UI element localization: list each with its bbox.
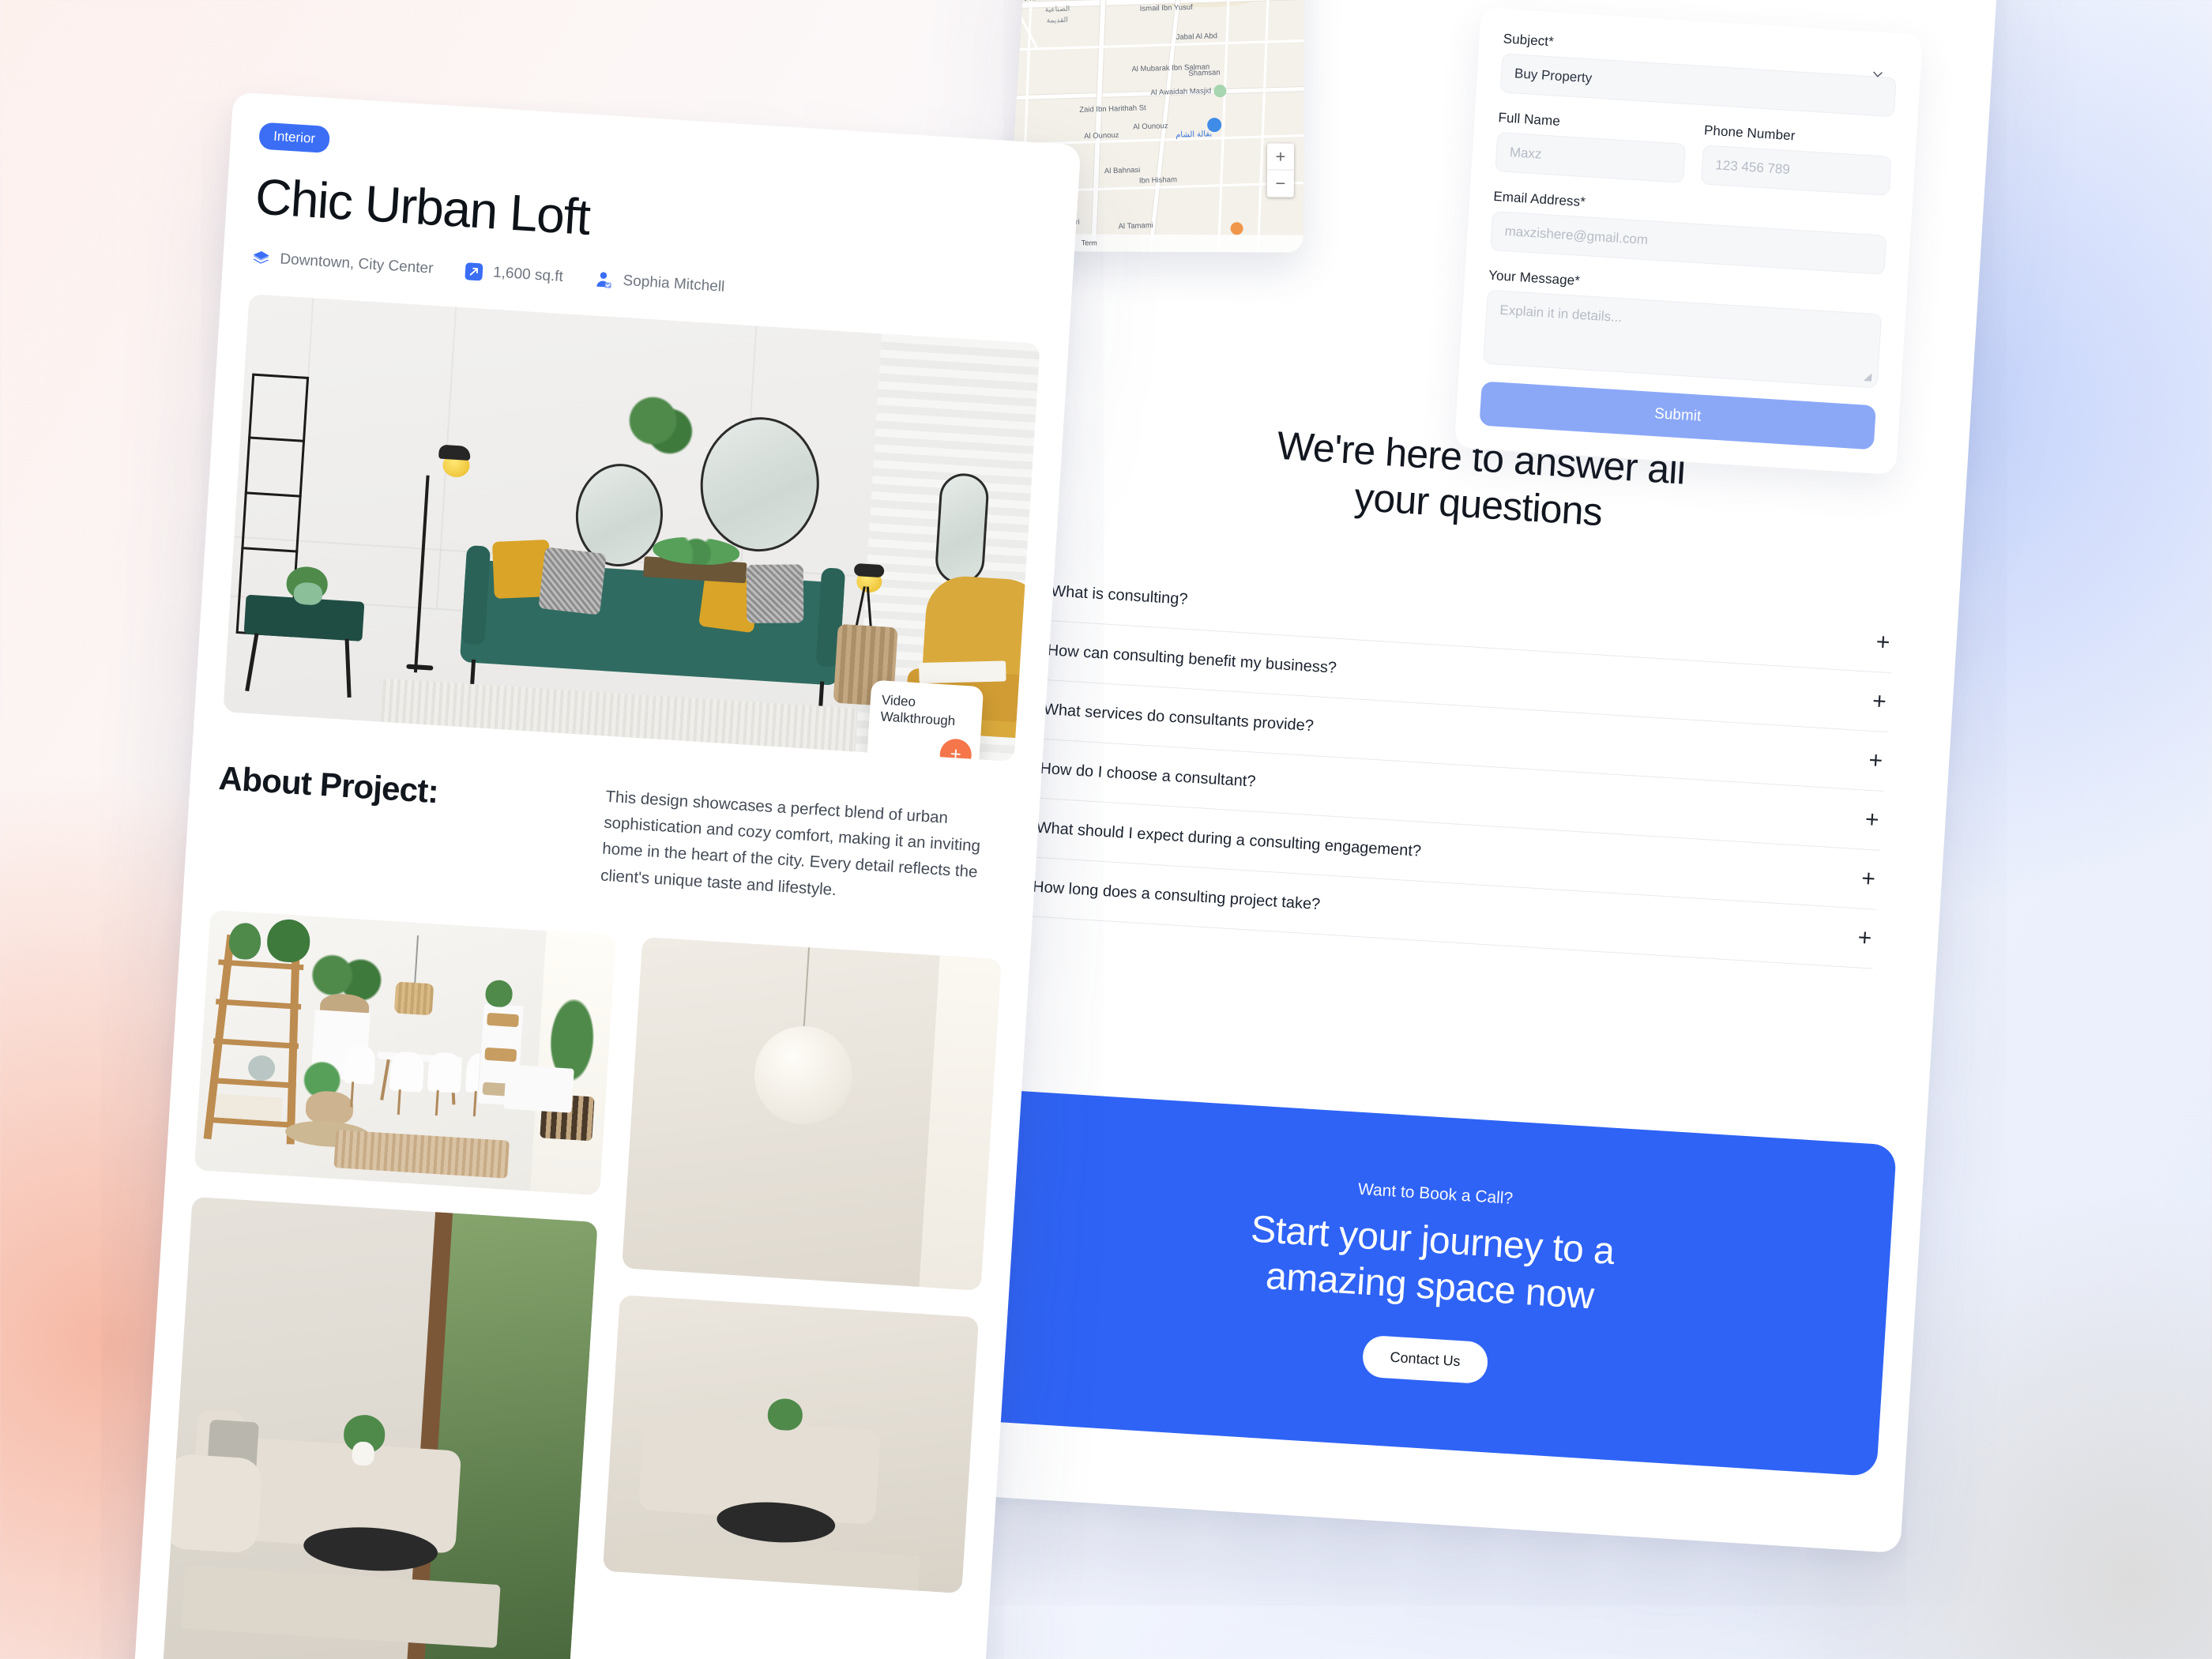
- faq-question: What is consulting?: [1050, 581, 1189, 608]
- message-textarea[interactable]: Explain it in details... ◢: [1483, 289, 1883, 389]
- map-street-label: Ibn Tarkhan: [930, 0, 941, 7]
- map-street-label: الصناعية: [1044, 4, 1070, 13]
- meta-location-label: Downtown, City Center: [279, 250, 434, 277]
- map-street-label: Al Ounouz: [1133, 122, 1168, 132]
- expand-arrows-icon: [465, 262, 483, 281]
- subject-field-group: Subject* Buy Property: [1499, 31, 1898, 118]
- about-heading: About Project:: [217, 758, 440, 811]
- plus-icon[interactable]: +: [939, 738, 972, 762]
- map-zoom-controls[interactable]: + −: [1266, 143, 1295, 198]
- faq-question: How long does a consulting project take?: [1032, 878, 1321, 913]
- contact-faq-page: FAQ'S We're here to answer all your ques…: [930, 0, 2001, 1554]
- zoom-in-button[interactable]: +: [1266, 143, 1295, 171]
- faq-accordion[interactable]: What is consulting? + How can consulting…: [1029, 562, 1895, 969]
- plus-icon[interactable]: +: [1857, 924, 1873, 951]
- cta-subtitle: Want to Book a Call?: [1357, 1179, 1514, 1208]
- gallery-photo[interactable]: [194, 909, 616, 1195]
- phone-field-group: Phone Number 123 456 789: [1700, 122, 1893, 196]
- message-field-group: Your Message* Explain it in details... ◢: [1483, 268, 1883, 389]
- map-street-label: Shamsan: [1188, 68, 1221, 78]
- meta-designer-label: Sophia Mitchell: [622, 272, 725, 295]
- about-section: About Project: This design showcases a p…: [213, 759, 1010, 914]
- map-street-label: Ibn Hisham: [1138, 175, 1178, 186]
- faq-question: What should I expect during a consulting…: [1036, 818, 1422, 860]
- design-mockup-stage: FAQ'S We're here to answer all your ques…: [0, 0, 2212, 1659]
- map-street-label: Al Awaidah Masjid: [1150, 86, 1212, 98]
- plus-icon[interactable]: +: [1864, 807, 1880, 833]
- map-street-label: Zaid Ibn Harithah St: [1079, 103, 1146, 115]
- map-street-label: BAB Al Saudia Radiator: [930, 36, 965, 47]
- plus-icon[interactable]: +: [1875, 629, 1891, 656]
- hero-photo: Video Walkthrough +: [223, 294, 1040, 762]
- layers-icon: [253, 250, 269, 264]
- video-walkthrough-card[interactable]: Video Walkthrough +: [866, 679, 984, 762]
- zoom-out-button[interactable]: −: [1267, 170, 1294, 197]
- about-body: This design showcases a perfect blend of…: [600, 787, 981, 899]
- map-pin-icon: [988, 34, 1006, 58]
- full-name-input[interactable]: Maxz: [1495, 132, 1686, 183]
- map-street-label: Jabal Al Abd: [1176, 32, 1218, 42]
- cta-banner: Want to Book a Call? Start your journey …: [963, 1089, 1898, 1477]
- gallery-photo[interactable]: [621, 936, 1002, 1291]
- map-street-label: Al Bahnasi: [1104, 165, 1141, 176]
- map-street-label: Ismail Ibn Yusuf: [1139, 2, 1193, 13]
- map-street-label: شركة باب السعودية: [930, 49, 946, 58]
- submit-button[interactable]: Submit: [1479, 381, 1876, 450]
- gallery-photo[interactable]: [163, 1196, 598, 1659]
- meta-area-label: 1,600 sq.ft: [492, 264, 564, 285]
- full-name-field-group: Full Name Maxz: [1495, 110, 1687, 183]
- chevron-down-icon[interactable]: [1871, 67, 1884, 81]
- faq-question: How do I choose a consultant?: [1039, 759, 1257, 791]
- project-detail-page: Interior Chic Urban Loft Downtown, City …: [128, 92, 1082, 1659]
- plus-icon[interactable]: +: [1868, 747, 1884, 774]
- message-placeholder: Explain it in details...: [1499, 302, 1623, 325]
- faq-question: How can consulting benefit my business?: [1047, 641, 1337, 677]
- contact-us-button[interactable]: Contact Us: [1362, 1334, 1489, 1385]
- map-street-label: بقالة الشام: [1175, 130, 1213, 140]
- person-badge-icon: [596, 272, 611, 288]
- phone-input[interactable]: 123 456 789: [1700, 145, 1892, 196]
- faq-question: What services do consultants provide?: [1043, 700, 1315, 735]
- meta-location: Downtown, City Center: [251, 248, 434, 278]
- map-street-label: القديمة: [1046, 15, 1068, 24]
- map-street-label: Al Tamami: [1118, 221, 1153, 231]
- meta-designer: Sophia Mitchell: [594, 270, 725, 297]
- map-street-label: لصيانة السيارات: [930, 58, 938, 69]
- map-terms-link[interactable]: Term: [1082, 239, 1097, 246]
- plus-icon[interactable]: +: [1860, 865, 1876, 892]
- map-street-label: Al Ounouz: [1083, 130, 1119, 141]
- cta-heading: Start your journey to a amazing space no…: [1247, 1206, 1616, 1319]
- contact-form: Subject* Buy Property Full Name Maxz Pho…: [1454, 7, 1924, 476]
- project-gallery: [163, 909, 1002, 1659]
- category-badge: Interior: [258, 122, 331, 154]
- resize-handle-icon[interactable]: ◢: [1864, 370, 1872, 383]
- meta-area: 1,600 sq.ft: [464, 261, 563, 287]
- gallery-photo[interactable]: [602, 1294, 980, 1593]
- plus-icon[interactable]: +: [1872, 688, 1887, 715]
